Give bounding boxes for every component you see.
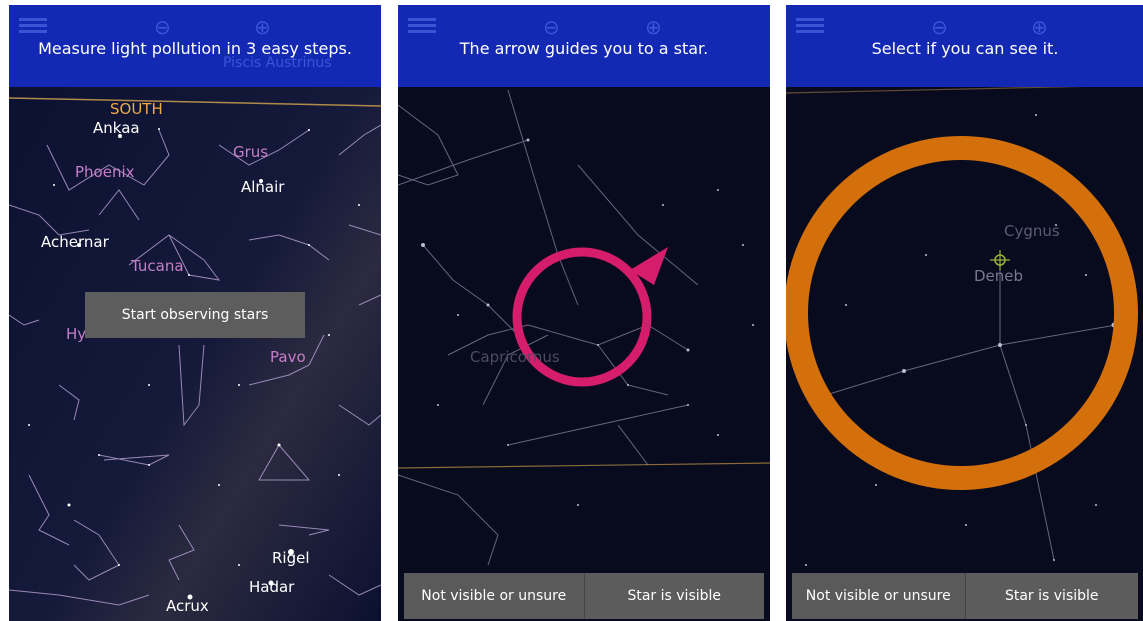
star-visible-button[interactable]: Star is visible [964, 573, 1138, 619]
star-visible-button[interactable]: Star is visible [583, 573, 764, 619]
instruction-banner: ⊖ ⊕ Select if you can see it. [786, 5, 1143, 87]
visibility-button-bar: Not visible or unsure Star is visible [792, 573, 1138, 619]
instruction-banner: ⊖ ⊕ Piscis Austrinus Measure light pollu… [9, 5, 381, 87]
screen-step-1: SOUTH Ankaa Grus Phoenix Alnair Achernar… [9, 5, 381, 621]
screen-step-3: Cygnus Deneb ⊖ ⊕ Select if you can see i… [786, 5, 1143, 621]
constellation-label-capricornus[interactable]: Capricornus [470, 348, 560, 366]
zoom-out-icon: ⊖ [543, 15, 560, 39]
star-label-deneb[interactable]: Deneb [974, 267, 1023, 285]
menu-icon [19, 15, 47, 36]
zoom-in-icon: ⊕ [1031, 15, 1048, 39]
not-visible-button[interactable]: Not visible or unsure [404, 573, 584, 619]
star-label-alnair[interactable]: Alnair [241, 178, 284, 196]
direction-label-south: SOUTH [110, 100, 163, 118]
banner-title: The arrow guides you to a star. [459, 39, 709, 58]
sky-map[interactable] [786, 5, 1143, 621]
not-visible-button[interactable]: Not visible or unsure [792, 573, 965, 619]
zoom-in-icon: ⊕ [254, 15, 271, 39]
menu-icon [796, 15, 824, 36]
constellation-label-tucana[interactable]: Tucana [131, 257, 184, 275]
visibility-button-bar: Not visible or unsure Star is visible [404, 573, 764, 619]
star-label-rigel[interactable]: Rigel [272, 549, 310, 567]
constellation-label-pavo[interactable]: Pavo [270, 348, 306, 366]
zoom-out-icon: ⊖ [931, 15, 948, 39]
star-label-acrux[interactable]: Acrux [166, 597, 209, 615]
zoom-out-icon: ⊖ [154, 15, 171, 39]
constellation-label-grus[interactable]: Grus [233, 143, 268, 161]
star-label-achernar[interactable]: Achernar [41, 233, 109, 251]
banner-title: Measure light pollution in 3 easy steps. [38, 39, 352, 58]
star-label-hadar[interactable]: Hadar [249, 578, 294, 596]
screen-step-2: Capricornus ⊖ ⊕ The arrow guides you to … [398, 5, 770, 621]
menu-icon [408, 15, 436, 36]
instruction-banner: ⊖ ⊕ The arrow guides you to a star. [398, 5, 770, 87]
constellation-label-hydrus-partial[interactable]: Hy [66, 325, 86, 343]
constellation-label-phoenix[interactable]: Phoenix [75, 163, 135, 181]
constellation-label-cygnus[interactable]: Cygnus [1004, 222, 1060, 240]
banner-title: Select if you can see it. [871, 39, 1059, 58]
star-label-ankaa[interactable]: Ankaa [93, 119, 140, 137]
start-observing-button[interactable]: Start observing stars [85, 292, 305, 338]
zoom-in-icon: ⊕ [645, 15, 662, 39]
sky-map[interactable] [398, 5, 770, 621]
